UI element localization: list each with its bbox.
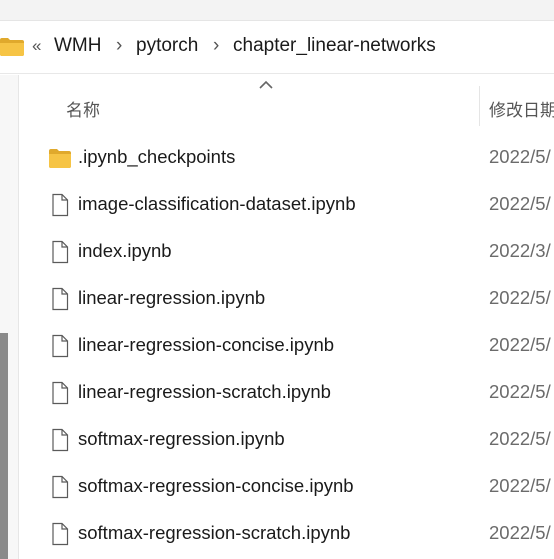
file-modified-date: 2022/5/: [489, 522, 551, 543]
file-row[interactable]: softmax-regression-concise.ipynb 2022/5/: [18, 463, 554, 509]
file-row[interactable]: index.ipynb 2022/3/: [18, 228, 554, 274]
file-modified-date: 2022/5/: [489, 428, 551, 449]
window-top-strip: [0, 0, 554, 20]
file-icon: [48, 381, 72, 405]
file-name: softmax-regression-concise.ipynb: [78, 475, 354, 496]
file-row[interactable]: image-classification-dataset.ipynb 2022/5…: [18, 181, 554, 227]
file-name: softmax-regression-scratch.ipynb: [78, 522, 351, 543]
column-header-name[interactable]: 名称: [66, 96, 100, 121]
folder-icon: [48, 146, 72, 170]
file-modified-date: 2022/5/: [489, 146, 551, 167]
file-name: linear-regression.ipynb: [78, 287, 266, 308]
file-row[interactable]: linear-regression.ipynb 2022/5/: [18, 275, 554, 321]
navigation-scrollbar-thumb[interactable]: [0, 333, 8, 559]
file-icon: [48, 193, 72, 217]
breadcrumb-item-chapter[interactable]: chapter_linear-networks: [233, 35, 436, 57]
file-icon: [48, 334, 72, 358]
file-name: linear-regression-scratch.ipynb: [78, 381, 331, 402]
address-bar[interactable]: « WMH › pytorch › chapter_linear-network…: [0, 20, 554, 74]
file-icon: [48, 287, 72, 311]
breadcrumb-overflow-icon[interactable]: «: [32, 36, 41, 56]
file-name: image-classification-dataset.ipynb: [78, 193, 356, 214]
column-header-modified[interactable]: 修改日期: [489, 96, 554, 121]
file-name: .ipynb_checkpoints: [78, 146, 236, 167]
file-modified-date: 2022/5/: [489, 381, 551, 402]
breadcrumb-item-wmh[interactable]: WMH: [54, 35, 101, 57]
file-icon: [48, 240, 72, 264]
file-row[interactable]: .ipynb_checkpoints 2022/5/: [18, 134, 554, 180]
file-row[interactable]: softmax-regression.ipynb 2022/5/: [18, 416, 554, 462]
breadcrumb-item-pytorch[interactable]: pytorch: [136, 35, 198, 57]
file-name: linear-regression-concise.ipynb: [78, 334, 335, 355]
breadcrumb-separator-icon[interactable]: ›: [213, 35, 219, 57]
file-row[interactable]: linear-regression-concise.ipynb 2022/5/: [18, 322, 554, 368]
file-icon: [48, 475, 72, 499]
sort-ascending-icon[interactable]: [259, 80, 273, 90]
file-row[interactable]: linear-regression-scratch.ipynb 2022/5/: [18, 369, 554, 415]
file-icon: [48, 522, 72, 546]
file-modified-date: 2022/5/: [489, 287, 551, 308]
file-name: softmax-regression.ipynb: [78, 428, 285, 449]
file-name: index.ipynb: [78, 240, 172, 261]
breadcrumb-separator-icon[interactable]: ›: [116, 35, 122, 57]
file-modified-date: 2022/5/: [489, 475, 551, 496]
file-modified-date: 2022/5/: [489, 193, 551, 214]
file-modified-date: 2022/3/: [489, 240, 551, 261]
file-modified-date: 2022/5/: [489, 334, 551, 355]
file-row[interactable]: softmax-regression-scratch.ipynb 2022/5/: [18, 510, 554, 556]
file-icon: [48, 428, 72, 452]
column-divider[interactable]: [479, 86, 480, 126]
folder-icon: [0, 38, 24, 56]
